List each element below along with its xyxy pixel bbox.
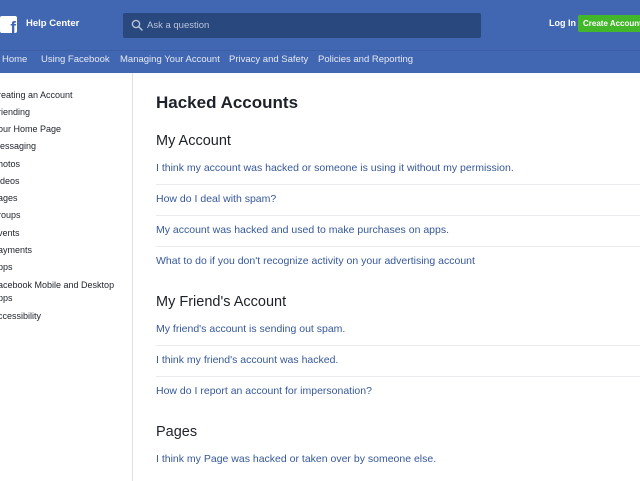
- divider: [156, 215, 640, 216]
- nav-using-facebook[interactable]: Using Facebook: [41, 54, 110, 65]
- article-link[interactable]: My account was hacked and used to make p…: [156, 224, 449, 236]
- nav-home[interactable]: Home: [2, 54, 27, 65]
- section-title-pages: Pages: [156, 424, 198, 440]
- search-icon: [131, 19, 143, 31]
- login-link[interactable]: Log In: [549, 18, 576, 28]
- divider: [156, 184, 640, 185]
- nav-managing-your-account[interactable]: Managing Your Account: [120, 54, 220, 65]
- sidebar-item-photos[interactable]: hotos: [0, 159, 20, 169]
- nav-bar: Home Using Facebook Managing Your Accoun…: [0, 50, 640, 73]
- article-link[interactable]: What to do if you don't recognize activi…: [156, 255, 475, 267]
- facebook-logo-icon[interactable]: f: [0, 16, 17, 33]
- sidebar-item-friending[interactable]: riending: [0, 107, 30, 117]
- sidebar-item-facebook-mobile-and-desktop-apps[interactable]: acebook Mobile and Desktop pps: [0, 279, 123, 305]
- sidebar-item-payments[interactable]: ayments: [0, 245, 32, 255]
- sidebar: reating an Account riending our Home Pag…: [0, 73, 133, 481]
- section-title-my-account: My Account: [156, 133, 231, 149]
- sidebar-item-pages[interactable]: ages: [0, 193, 18, 203]
- nav-privacy-and-safety[interactable]: Privacy and Safety: [229, 54, 308, 65]
- article-link[interactable]: My friend's account is sending out spam.: [156, 323, 345, 335]
- sidebar-item-messaging[interactable]: lessaging: [0, 141, 36, 151]
- search-box[interactable]: [123, 13, 481, 38]
- divider: [156, 376, 640, 377]
- section-title-my-friends-account: My Friend's Account: [156, 294, 287, 310]
- sidebar-item-your-home-page[interactable]: our Home Page: [0, 124, 61, 134]
- page-title: Hacked Accounts: [156, 93, 299, 112]
- divider: [156, 246, 640, 247]
- article-link[interactable]: How do I report an account for impersona…: [156, 385, 372, 397]
- help-center-title[interactable]: Help Center: [26, 18, 79, 29]
- sidebar-item-events[interactable]: vents: [0, 228, 20, 238]
- search-input[interactable]: [147, 13, 477, 38]
- sidebar-item-groups[interactable]: roups: [0, 210, 21, 220]
- top-bar: f Help Center Log In Create Account: [0, 0, 640, 50]
- nav-policies-and-reporting[interactable]: Policies and Reporting: [318, 54, 413, 65]
- article-link[interactable]: I think my account was hacked or someone…: [156, 162, 514, 174]
- divider: [156, 345, 640, 346]
- sidebar-item-apps[interactable]: pps: [0, 262, 13, 272]
- article-link[interactable]: How do I deal with spam?: [156, 193, 276, 205]
- article-link[interactable]: I think my friend's account was hacked.: [156, 354, 338, 366]
- create-account-button[interactable]: Create Account: [578, 15, 640, 32]
- sidebar-item-creating-an-account[interactable]: reating an Account: [0, 90, 73, 100]
- article-link[interactable]: I think my Page was hacked or taken over…: [156, 453, 436, 465]
- sidebar-item-videos[interactable]: ideos: [0, 176, 20, 186]
- sidebar-item-accessibility[interactable]: ccessibility: [0, 311, 41, 321]
